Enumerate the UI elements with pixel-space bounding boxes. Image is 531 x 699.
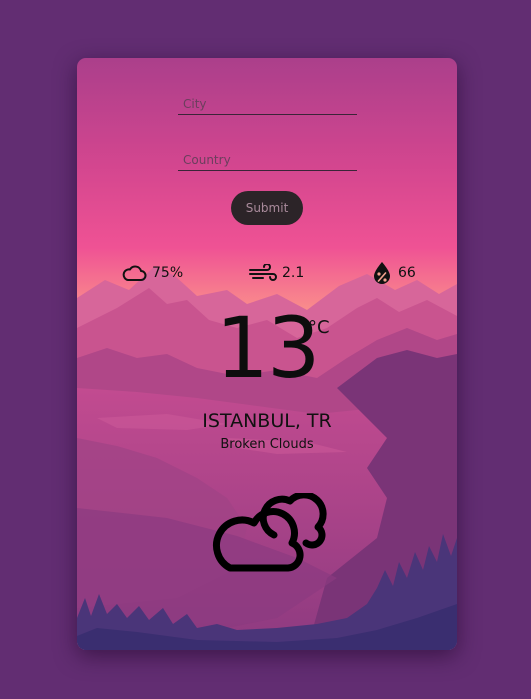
temperature-value: 13 [215,299,321,397]
cloudiness-stat: 75% [121,261,183,285]
wind-stat: 2.1 [249,261,304,285]
cloudiness-value: 75% [152,265,184,281]
location-name: ISTANBUL, TR [202,410,332,432]
cloud-icon [122,265,147,281]
wind-icon [249,264,277,281]
humidity-value: 66 [398,265,416,281]
weather-description: Broken Clouds [220,437,314,452]
wind-value: 2.1 [282,265,305,281]
humidity-stat: 66 [371,261,416,285]
weather-card: Submit 75% 2.1 66 13 °C ISTANBUL, TR Bro… [77,58,457,650]
city-input[interactable] [178,93,357,115]
humidity-drop-icon [374,262,390,284]
temperature-unit: °C [308,317,330,338]
broken-clouds-icon [213,493,327,572]
submit-button[interactable]: Submit [231,191,303,225]
country-input[interactable] [178,149,357,171]
